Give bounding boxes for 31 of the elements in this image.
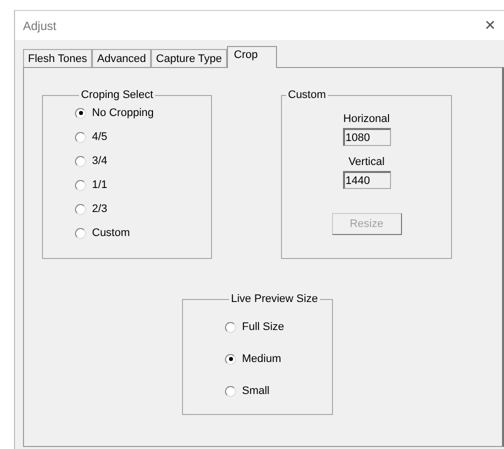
close-button[interactable]: ✕ (480, 18, 500, 34)
tab[interactable]: Crop (226, 46, 277, 68)
field-label: Horizonal (343, 113, 390, 125)
group-title: Live Preview Size (230, 293, 319, 305)
radio-label: 1/1 (92, 179, 108, 191)
radio-button[interactable] (75, 228, 86, 238)
group-title: Custom (287, 89, 327, 101)
radio-button[interactable] (225, 386, 236, 396)
radio-label: 3/4 (92, 155, 108, 167)
input-field[interactable]: 1440 (342, 171, 390, 189)
radio-button[interactable] (75, 204, 86, 214)
input-field[interactable]: 1080 (342, 128, 390, 146)
tab[interactable]: Capture Type (151, 49, 227, 67)
radio-button[interactable] (75, 108, 86, 118)
radio-button[interactable] (75, 132, 86, 142)
tab[interactable]: Flesh Tones (23, 49, 92, 67)
radio-button[interactable] (75, 156, 86, 166)
radio-label: Small (242, 385, 270, 397)
radio-label: Medium (242, 353, 282, 365)
radio-label: Full Size (242, 321, 284, 333)
group-title: Croping Select (80, 89, 154, 101)
field-label: Vertical (348, 156, 385, 168)
radio-button[interactable] (75, 180, 86, 190)
radio-label: 4/5 (92, 131, 108, 143)
radio-button[interactable] (225, 354, 236, 364)
window-title: Adjust (23, 18, 56, 32)
radio-label: No Cropping (92, 107, 154, 119)
tab[interactable]: Advanced (92, 49, 152, 67)
radio-button[interactable] (225, 322, 236, 332)
radio-label: Custom (92, 227, 130, 239)
radio-label: 2/3 (92, 203, 108, 215)
